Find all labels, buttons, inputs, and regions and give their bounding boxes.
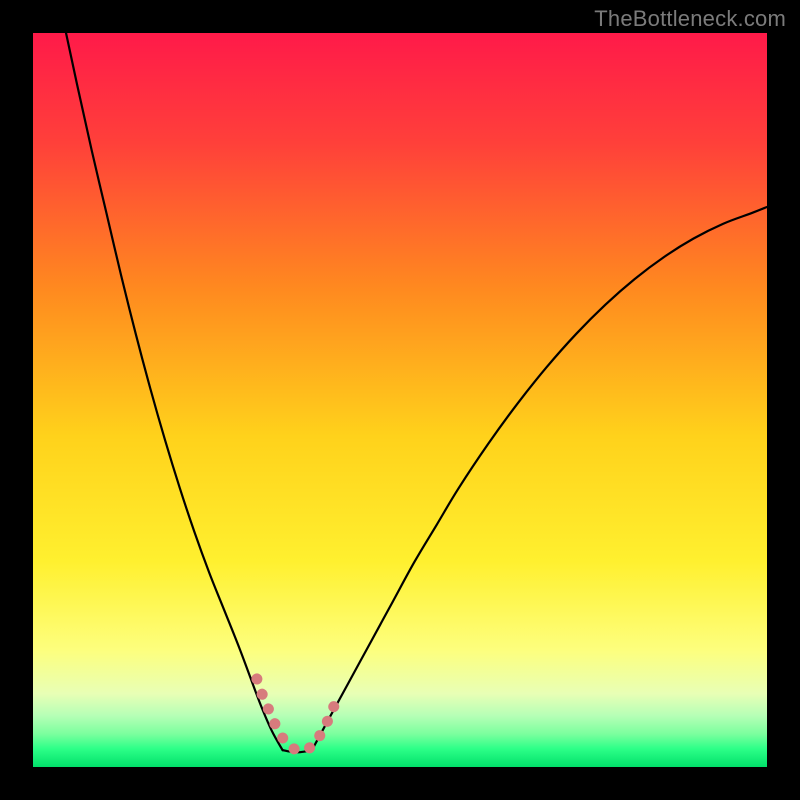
watermark-text: TheBottleneck.com <box>594 6 786 32</box>
chart-svg <box>33 33 767 767</box>
chart-stage: TheBottleneck.com <box>0 0 800 800</box>
gradient-background <box>33 33 767 767</box>
plot-area <box>33 33 767 767</box>
